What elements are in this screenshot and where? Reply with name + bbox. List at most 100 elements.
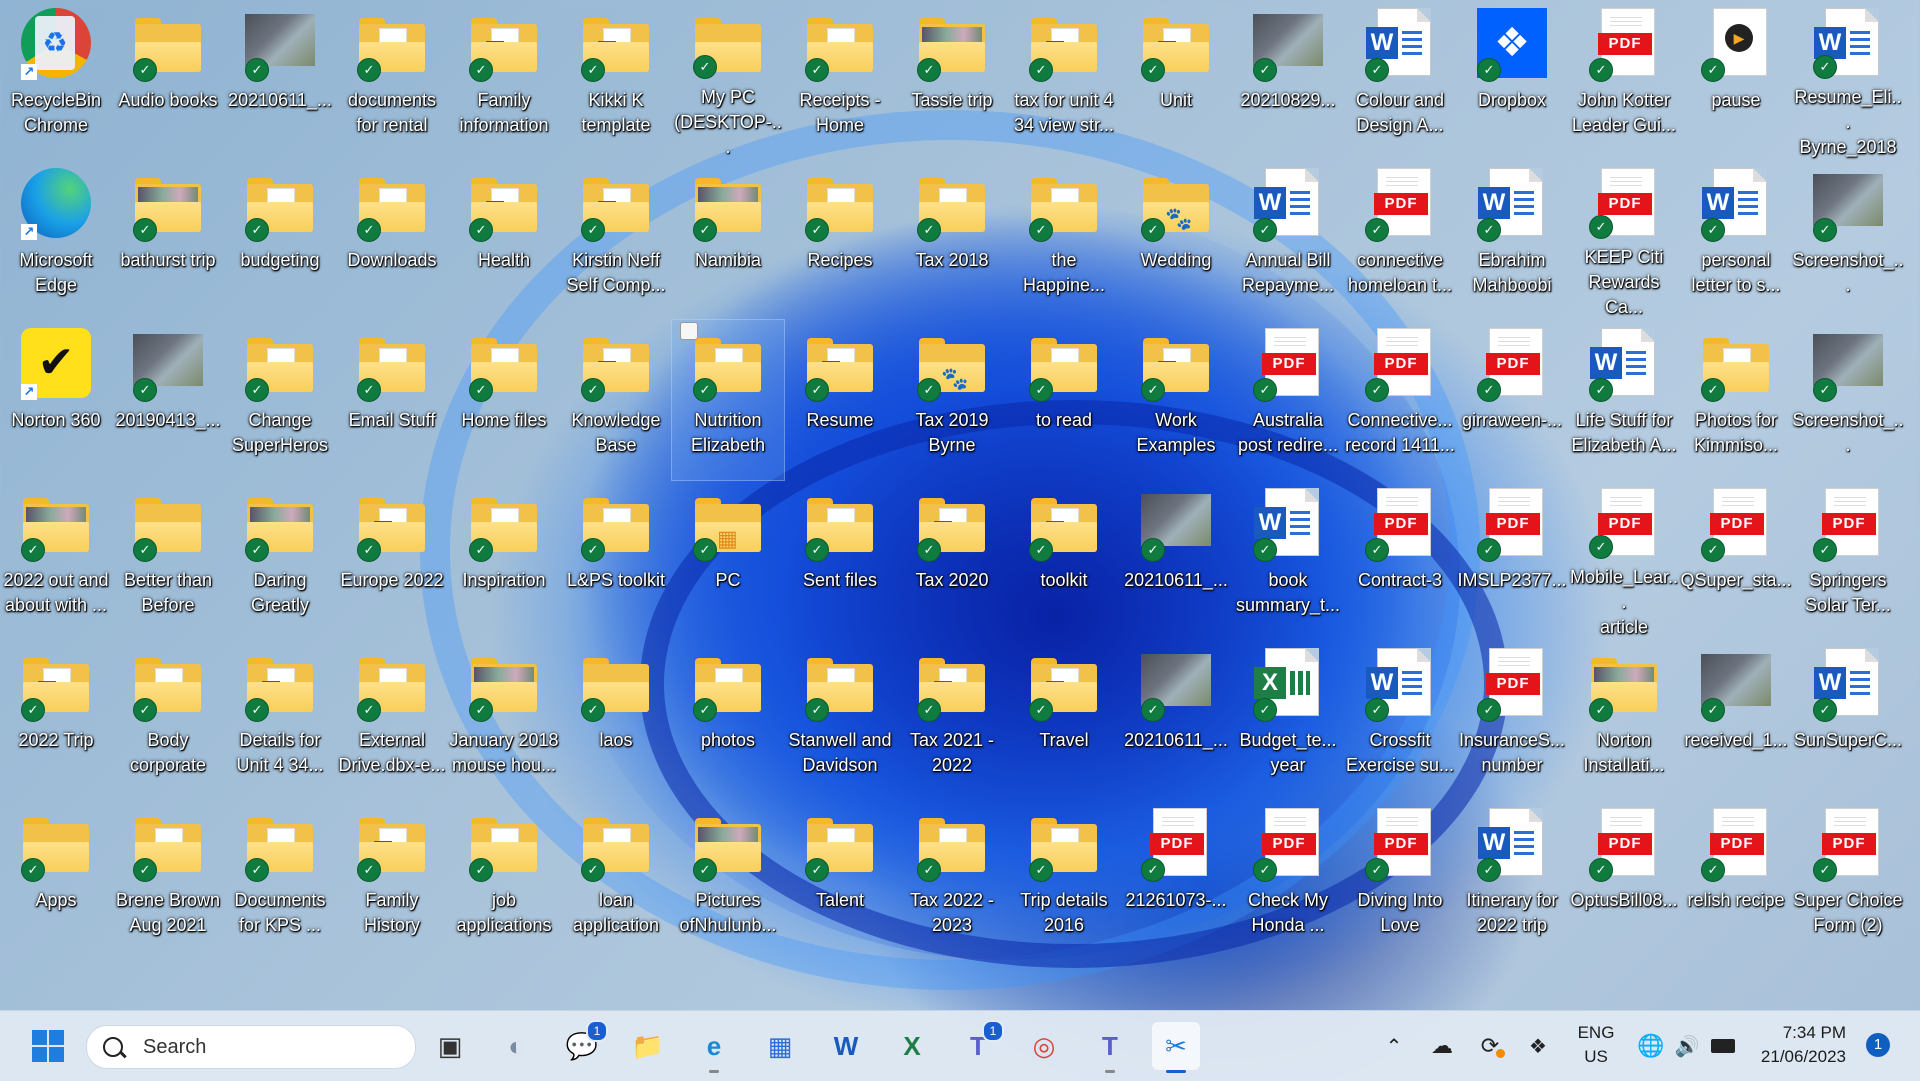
- desktop-icon-wedding[interactable]: 🐾 ✓ Wedding: [1120, 160, 1232, 320]
- desktop-icon-contract-3[interactable]: PDF ✓ Contract-3: [1344, 480, 1456, 640]
- desktop-icon-details-for-unit-4-34[interactable]: ✓ Details for Unit 4 34...: [224, 640, 336, 800]
- desktop-icon-nutrition-elizabeth[interactable]: ✓ Nutrition Elizabeth: [671, 319, 785, 481]
- taskbar-app-excel[interactable]: X: [888, 1022, 936, 1070]
- notification-badge[interactable]: 1: [1866, 1033, 1890, 1057]
- taskbar-app-snipping-tool[interactable]: ✂: [1152, 1022, 1200, 1073]
- desktop-icon-family-history[interactable]: ✓ Family History: [336, 800, 448, 960]
- desktop-icon-optusbill08[interactable]: PDF ✓ OptusBill08...: [1568, 800, 1680, 960]
- desktop-icon-springers-solar-ter[interactable]: PDF ✓ Springers Solar Ter...: [1792, 480, 1904, 640]
- desktop-icon-resume-eli-byrne-2018[interactable]: W ✓ Resume_Eli... Byrne_2018: [1792, 0, 1904, 160]
- desktop-icon-kirstin-neff-self-comp[interactable]: ✓ Kirstin Neff Self Comp...: [560, 160, 672, 320]
- desktop-icon-budget-te-year[interactable]: X ✓ Budget_te... year: [1232, 640, 1344, 800]
- desktop-icon-work-examples[interactable]: ✓ Work Examples: [1120, 320, 1232, 480]
- desktop-icon-20190413[interactable]: ✓ 20190413_...: [112, 320, 224, 480]
- clock[interactable]: 7:34 PM 21/06/2023: [1736, 1021, 1846, 1069]
- taskbar-app-task-view[interactable]: ▣: [426, 1022, 474, 1070]
- desktop-icon-travel[interactable]: ✓ Travel: [1008, 640, 1120, 800]
- desktop-icon-australia-post-redire[interactable]: PDF ✓ Australia post redire...: [1232, 320, 1344, 480]
- desktop-icon-inspiration[interactable]: ✓ Inspiration: [448, 480, 560, 640]
- desktop-icon-better-than-before[interactable]: ✓ Better than Before: [112, 480, 224, 640]
- taskbar-app-teams[interactable]: T: [1086, 1022, 1134, 1073]
- desktop-icon-brene-brown-aug-2021[interactable]: ✓ Brene Brown Aug 2021: [112, 800, 224, 960]
- desktop-icon-colour-and-design-a[interactable]: W ✓ Colour and Design A...: [1344, 0, 1456, 160]
- desktop-icon-stanwell-and-davidson[interactable]: ✓ Stanwell and Davidson: [784, 640, 896, 800]
- desktop-icon-apps[interactable]: ✓ Apps: [0, 800, 112, 960]
- desktop-icon-tax-2019-byrne[interactable]: 🐾 ✓ Tax 2019 Byrne: [896, 320, 1008, 480]
- desktop-icon-sunsuperc[interactable]: W ✓ SunSuperC...: [1792, 640, 1904, 800]
- taskbar-app-chat[interactable]: 💬 1: [558, 1020, 608, 1070]
- desktop-icon-itinerary-for-2022-trip[interactable]: W ✓ Itinerary for 2022 trip: [1456, 800, 1568, 960]
- desktop-icon-the-happine[interactable]: ✓ the Happine...: [1008, 160, 1120, 320]
- start-button[interactable]: [24, 1022, 72, 1070]
- desktop-icon-talent[interactable]: ✓ Talent: [784, 800, 896, 960]
- desktop-icon-europe-2022[interactable]: ✓ Europe 2022: [336, 480, 448, 640]
- desktop-icon-dropbox[interactable]: ❖ ✓ Dropbox: [1456, 0, 1568, 160]
- desktop-icon-recyclebin-chrome[interactable]: ♻ ↗ RecycleBin Chrome: [0, 0, 112, 160]
- desktop-icon-photos[interactable]: ✓ photos: [672, 640, 784, 800]
- desktop-icon-screenshot[interactable]: ✓ Screenshot_...: [1792, 320, 1904, 480]
- desktop-icon-trip-details-2016[interactable]: ✓ Trip details 2016: [1008, 800, 1120, 960]
- desktop-icon-relish-recipe[interactable]: PDF ✓ relish recipe: [1680, 800, 1792, 960]
- taskbar-app-copilot[interactable]: ◐: [492, 1022, 540, 1070]
- desktop-icon-tassie-trip[interactable]: ✓ Tassie trip: [896, 0, 1008, 160]
- desktop-icon-email-stuff[interactable]: ✓ Email Stuff: [336, 320, 448, 480]
- desktop-icon-external-drive-dbx-e[interactable]: ✓ External Drive.dbx-e...: [336, 640, 448, 800]
- desktop-icon-unit[interactable]: ✓ Unit: [1120, 0, 1232, 160]
- desktop-icon-20210611[interactable]: ✓ 20210611_...: [1120, 480, 1232, 640]
- desktop-icon-budgeting[interactable]: ✓ budgeting: [224, 160, 336, 320]
- desktop-icon-family-information[interactable]: ✓ Family information: [448, 0, 560, 160]
- desktop-icon-kikki-k-template[interactable]: ✓ Kikki K template: [560, 0, 672, 160]
- taskbar-app-file-explorer[interactable]: 📁: [624, 1022, 672, 1070]
- desktop-icon-health[interactable]: ✓ Health: [448, 160, 560, 320]
- desktop-icon-resume[interactable]: ✓ Resume: [784, 320, 896, 480]
- desktop-icon-20210611[interactable]: ✓ 20210611_...: [224, 0, 336, 160]
- desktop-icon-body-corporate[interactable]: ✓ Body corporate: [112, 640, 224, 800]
- desktop-icon-loan-application[interactable]: ✓ loan application: [560, 800, 672, 960]
- taskbar-app-chrome[interactable]: ◎: [1020, 1022, 1068, 1070]
- taskbar-app-teams-classic[interactable]: T1: [954, 1020, 1004, 1070]
- desktop-icon-girraween[interactable]: PDF ✓ girraween-...: [1456, 320, 1568, 480]
- desktop-icon-namibia[interactable]: ✓ Namibia: [672, 160, 784, 320]
- desktop-icon-documents-for-rental[interactable]: ✓ documents for rental: [336, 0, 448, 160]
- desktop-icon-insurances-number[interactable]: PDF ✓ InsuranceS... number: [1456, 640, 1568, 800]
- search-box[interactable]: Search: [86, 1025, 416, 1069]
- desktop-icon-tax-2021-2022[interactable]: ✓ Tax 2021 - 2022: [896, 640, 1008, 800]
- desktop-icon-downloads[interactable]: ✓ Downloads: [336, 160, 448, 320]
- desktop-icon-pictures-ofnhulunb[interactable]: ✓ Pictures ofNhulunb...: [672, 800, 784, 960]
- desktop-icon-crossfit-exercise-su[interactable]: W ✓ Crossfit Exercise su...: [1344, 640, 1456, 800]
- volume-icon[interactable]: 🔊: [1670, 1011, 1704, 1081]
- desktop-icon-check-my-honda[interactable]: PDF ✓ Check My Honda ...: [1232, 800, 1344, 960]
- desktop-icon-laos[interactable]: ✓ laos: [560, 640, 672, 800]
- desktop-icon-ebrahim-mahboobi[interactable]: W ✓ Ebrahim Mahboobi: [1456, 160, 1568, 320]
- desktop-icon-daring-greatly[interactable]: ✓ Daring Greatly: [224, 480, 336, 640]
- desktop-icon-personal-letter-to-s[interactable]: W ✓ personal letter to s...: [1680, 160, 1792, 320]
- desktop-icon-annual-bill-repayme[interactable]: W ✓ Annual Bill Repayme...: [1232, 160, 1344, 320]
- network-icon[interactable]: 🌐: [1634, 1011, 1668, 1081]
- desktop-icon-book-summary-t[interactable]: W ✓ book summary_t...: [1232, 480, 1344, 640]
- desktop-icon-2022-trip[interactable]: ✓ 2022 Trip: [0, 640, 112, 800]
- desktop-icon-microsoft-edge[interactable]: ↗ Microsoft Edge: [0, 160, 112, 320]
- desktop-icon-change-superheros[interactable]: ✓ Change SuperHeros: [224, 320, 336, 480]
- desktop-icon-life-stuff-for-elizabeth-a[interactable]: W ✓ Life Stuff for Elizabeth A...: [1568, 320, 1680, 480]
- desktop-icon-john-kotter-leader-gui[interactable]: PDF ✓ John Kotter Leader Gui...: [1568, 0, 1680, 160]
- taskbar-app-microsoft-store[interactable]: ▦: [756, 1022, 804, 1070]
- desktop-icon-connective-record-1411[interactable]: PDF ✓ Connective... record 1411...: [1344, 320, 1456, 480]
- desktop-icon-january-2018-mouse-hou[interactable]: ✓ January 2018 mouse hou...: [448, 640, 560, 800]
- desktop-icon-audio-books[interactable]: ✓ Audio books: [112, 0, 224, 160]
- desktop-icon-received-1[interactable]: ✓ received_1...: [1680, 640, 1792, 800]
- desktop-icon-tax-for-unit-4-34-view-str[interactable]: ✓ tax for unit 4 34 view str...: [1008, 0, 1120, 160]
- desktop-icon-documents-for-kps[interactable]: ✓ Documents for KPS ...: [224, 800, 336, 960]
- desktop-icon-21261073[interactable]: PDF ✓ 21261073-...: [1120, 800, 1232, 960]
- desktop-icon-20210611[interactable]: ✓ 20210611_...: [1120, 640, 1232, 800]
- desktop-icon-home-files[interactable]: ✓ Home files: [448, 320, 560, 480]
- desktop-icon-sent-files[interactable]: ✓ Sent files: [784, 480, 896, 640]
- desktop-icon-2022-out-and-about-with[interactable]: ✓ 2022 out and about with ...: [0, 480, 112, 640]
- desktop-icon-my-pc-desktop[interactable]: ✓ My PC (DESKTOP-...: [672, 0, 784, 160]
- language-indicator[interactable]: ENG US: [1570, 1021, 1622, 1069]
- desktop-icon-bathurst-trip[interactable]: ✓ bathurst trip: [112, 160, 224, 320]
- desktop-icon-pause[interactable]: ▶ ✓ pause: [1680, 0, 1792, 160]
- desktop-icon-to-read[interactable]: ✓ to read: [1008, 320, 1120, 480]
- selection-checkbox[interactable]: [680, 322, 698, 340]
- desktop-icon-qsuper-sta[interactable]: PDF ✓ QSuper_sta...: [1680, 480, 1792, 640]
- update-tray-icon[interactable]: ⟳: [1470, 1011, 1510, 1081]
